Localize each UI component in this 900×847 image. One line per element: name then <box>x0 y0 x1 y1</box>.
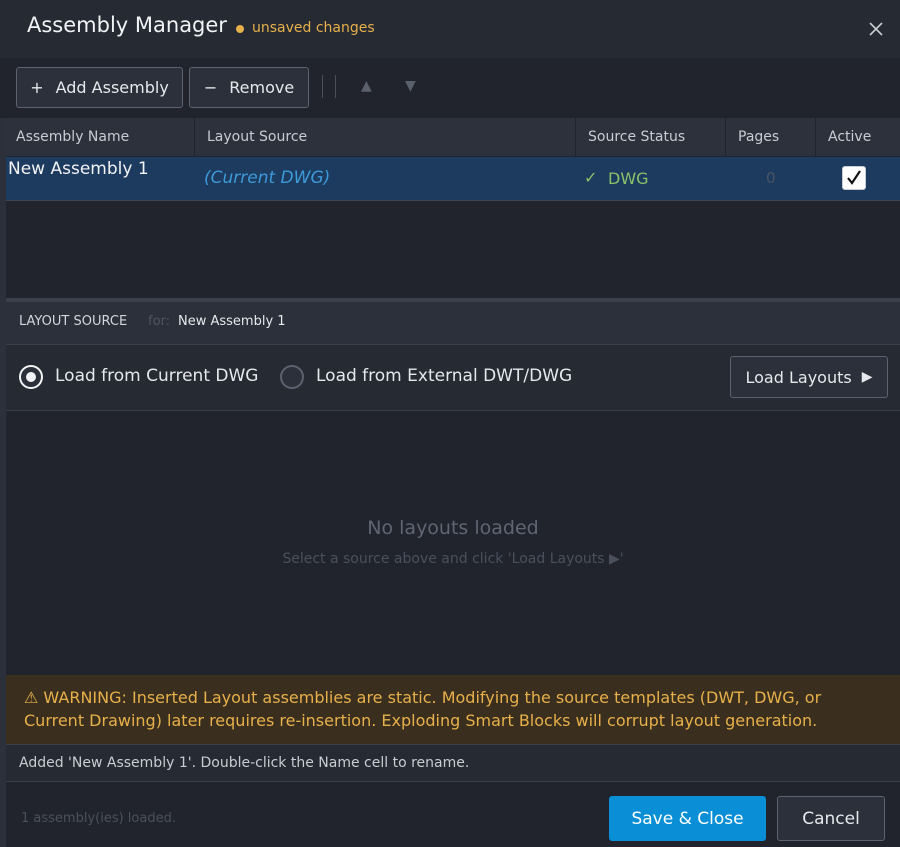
radio-current-dwg[interactable] <box>19 365 43 389</box>
empty-state-hint: Select a source above and click 'Load La… <box>282 551 624 567</box>
status-message: Added 'New Assembly 1'. Double-click the… <box>19 755 470 771</box>
active-checkbox[interactable] <box>842 166 866 190</box>
move-up-icon[interactable]: ▲ <box>361 78 372 94</box>
remove-label: Remove <box>229 78 295 97</box>
toolbar-separator <box>322 75 323 98</box>
for-label: for: <box>148 314 171 329</box>
unsaved-changes-label: unsaved changes <box>252 20 375 36</box>
assembly-count: 1 assembly(ies) loaded. <box>21 811 176 826</box>
empty-state-title: No layouts loaded <box>367 517 539 539</box>
radio-external-dwg-label[interactable]: Load from External DWT/DWG <box>316 366 572 386</box>
column-divider <box>194 118 195 156</box>
assembly-name-cell[interactable]: New Assembly 1 <box>8 159 149 179</box>
column-header-active[interactable]: Active <box>828 118 871 156</box>
plus-icon: + <box>30 78 44 97</box>
layouts-list <box>6 411 900 675</box>
toolbar-separator <box>335 75 336 98</box>
layout-source-cell[interactable]: (Current DWG) <box>204 168 330 188</box>
close-icon[interactable] <box>864 17 888 41</box>
minus-icon: − <box>203 78 218 97</box>
layout-source-title: LAYOUT SOURCE <box>19 314 128 329</box>
source-status-cell: DWG <box>608 169 649 188</box>
load-layouts-button[interactable]: Load Layouts ▶ <box>730 356 888 398</box>
add-assembly-button[interactable]: + Add Assembly <box>16 67 183 108</box>
layout-source-assembly-name: New Assembly 1 <box>178 314 286 329</box>
add-assembly-label: Add Assembly <box>55 78 169 97</box>
move-down-icon[interactable]: ▼ <box>405 78 416 94</box>
warning-text: ⚠ WARNING: Inserted Layout assemblies ar… <box>24 688 822 730</box>
load-layouts-label: Load Layouts <box>745 367 852 387</box>
play-icon: ▶ <box>861 369 873 385</box>
grid-empty-area <box>6 201 900 294</box>
radio-current-dwg-label[interactable]: Load from Current DWG <box>55 366 258 386</box>
column-header-assembly-name[interactable]: Assembly Name <box>16 118 129 156</box>
radio-external-dwg[interactable] <box>280 365 304 389</box>
save-close-button[interactable]: Save & Close <box>609 796 766 841</box>
column-divider <box>815 118 816 156</box>
column-divider <box>725 118 726 156</box>
layout-source-header <box>6 298 900 344</box>
column-header-pages[interactable]: Pages <box>738 118 779 156</box>
pages-cell: 0 <box>766 169 776 187</box>
cancel-button[interactable]: Cancel <box>777 796 885 841</box>
column-header-source-status[interactable]: Source Status <box>588 118 685 156</box>
column-divider <box>575 118 576 156</box>
window-title: Assembly Manager <box>27 13 227 37</box>
unsaved-dot-icon <box>236 25 244 33</box>
remove-button[interactable]: − Remove <box>189 67 309 108</box>
check-icon: ✓ <box>584 168 598 187</box>
checkmark-icon <box>847 170 861 185</box>
column-header-layout-source[interactable]: Layout Source <box>207 118 307 156</box>
